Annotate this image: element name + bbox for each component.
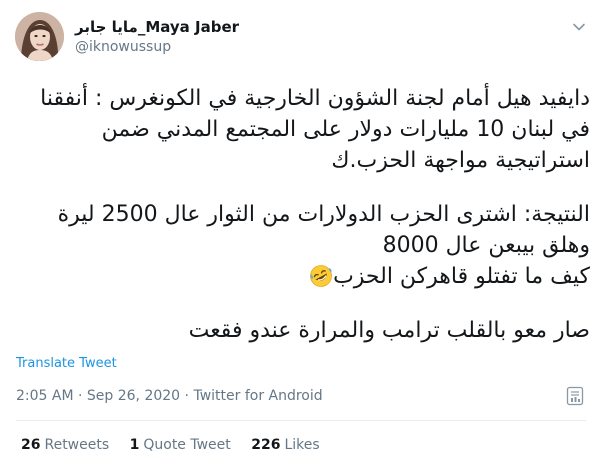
tweet-time[interactable]: 2:05 AM	[16, 388, 74, 404]
avatar[interactable]	[15, 12, 64, 61]
tweet-text-segment: كيف ما تفتلو قاهركن الحزب	[333, 264, 590, 289]
tweet-stats: 26 Retweets 1 Quote Tweet 226 Likes	[21, 437, 336, 453]
tweet-text: دايفيد هيل أمام لجنة الشؤون الخارجية في …	[14, 83, 590, 346]
tweet-text-line-with-emoji: كيف ما تفتلو قاهركن الحزب	[14, 261, 590, 292]
meta-separator: ·	[184, 388, 189, 404]
user-info[interactable]: مايا جابر_Maya Jaber @iknowussup	[75, 18, 239, 56]
tweet-text-line: دايفيد هيل أمام لجنة الشؤون الخارجية في …	[40, 86, 590, 111]
tweet-text-line: وهلق بيبعن عال 8000	[382, 233, 590, 258]
tweet-text-line: في لبنان 10 مليارات دولار على المجتمع ال…	[101, 117, 590, 142]
tweet-card: مايا جابر_Maya Jaber @iknowussup دايفيد …	[0, 0, 602, 468]
tweet-text-line: استراتيجية مواجهة الحزب.ك	[331, 148, 590, 173]
likes-count: 226	[251, 437, 281, 453]
avatar-image	[15, 12, 64, 61]
analytics-icon[interactable]	[566, 386, 584, 406]
meta-separator: ·	[78, 388, 83, 404]
quote-tweets-count: 1	[129, 437, 140, 453]
user-handle[interactable]: @iknowussup	[75, 38, 239, 56]
tweet-text-line: صار معو بالقلب ترامب والمرارة عندو فقعت	[188, 318, 590, 343]
likes-stat[interactable]: 226 Likes	[251, 437, 319, 453]
retweets-stat[interactable]: 26 Retweets	[21, 437, 109, 453]
tweet-metadata: 2:05 AM · Sep 26, 2020 · Twitter for And…	[16, 388, 323, 404]
tweet-text-line: النتيجة: اشترى الحزب الدولارات من الثوار…	[57, 202, 590, 227]
divider	[16, 420, 586, 421]
retweets-count: 26	[21, 437, 41, 453]
likes-label: Likes	[284, 437, 320, 453]
translate-tweet-link[interactable]: Translate Tweet	[16, 356, 117, 371]
chevron-down-icon[interactable]	[572, 20, 586, 34]
retweets-label: Retweets	[44, 437, 110, 453]
quote-tweets-label: Quote Tweet	[143, 437, 231, 453]
rolling-on-floor-laughing-icon	[310, 265, 332, 287]
tweet-date[interactable]: Sep 26, 2020	[87, 388, 180, 404]
tweet-source[interactable]: Twitter for Android	[193, 388, 322, 404]
quote-tweets-stat[interactable]: 1 Quote Tweet	[130, 437, 231, 453]
display-name[interactable]: مايا جابر_Maya Jaber	[75, 18, 239, 36]
